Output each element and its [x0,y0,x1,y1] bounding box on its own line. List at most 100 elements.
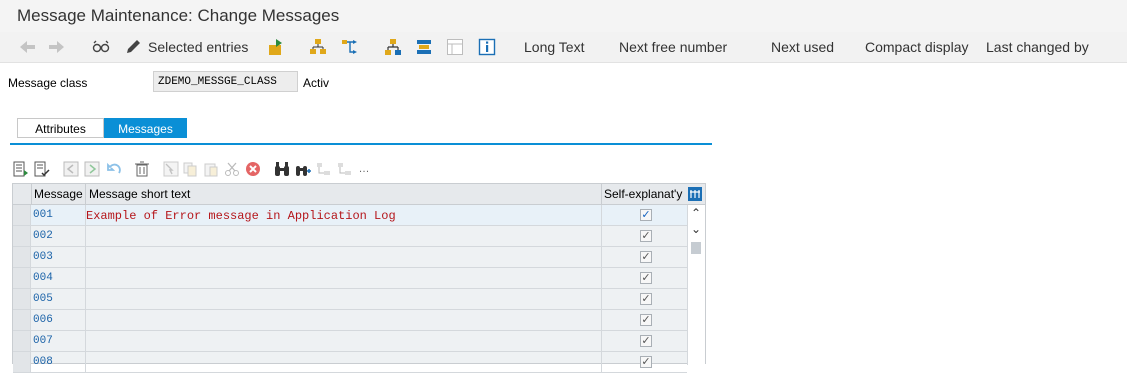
message-number: 004 [33,272,53,284]
column-header-message[interactable]: Message [34,187,83,201]
collapse-tree-icon[interactable] [336,160,354,178]
next-used-button[interactable]: Next used [771,39,834,55]
cell-divider [601,205,602,225]
cell-divider [85,331,86,351]
application-toolbar: Selected entries Long Text Next free num… [0,32,1127,63]
where-used-list-icon[interactable] [309,38,327,56]
table-row[interactable]: 007 ✓ [13,331,687,352]
cell-divider [601,268,602,288]
cell-divider [601,331,602,351]
column-divider [31,184,32,205]
cell-divider [601,310,602,330]
cell-divider [601,226,602,246]
self-explanatory-checkbox[interactable]: ✓ [640,272,652,284]
cell-divider [85,247,86,267]
stack-icon[interactable] [415,38,433,56]
message-number: 008 [33,356,53,368]
copy-icon[interactable] [181,160,199,178]
details-icon[interactable] [12,160,30,178]
find-binoculars-icon[interactable] [273,160,291,178]
scissors-icon[interactable] [223,160,241,178]
undo-icon[interactable] [105,160,123,178]
forward-arrow-icon[interactable] [48,38,66,56]
expand-tree-icon[interactable] [315,160,333,178]
table-row[interactable]: 004 ✓ [13,268,687,289]
more-icon[interactable]: … [355,160,373,178]
selected-entries-button[interactable]: Selected entries [148,39,248,55]
self-explanatory-checkbox[interactable]: ✓ [640,356,652,368]
cell-divider [85,268,86,288]
long-text-button[interactable]: Long Text [524,39,584,55]
scroll-thumb[interactable] [691,242,701,254]
tab-underline [10,143,712,145]
cell-divider [601,247,602,267]
transport-object-icon[interactable] [267,38,285,56]
column-settings-icon[interactable] [687,186,703,205]
message-number: 005 [33,293,53,305]
cell-divider [601,352,602,372]
paste-icon[interactable] [202,160,220,178]
append-row-icon[interactable] [62,160,80,178]
table-header: Message Message short text Self-explanat… [13,184,705,205]
column-divider [85,184,86,205]
column-divider [601,184,602,205]
pencil-icon[interactable] [124,38,142,56]
self-explanatory-checkbox[interactable]: ✓ [640,314,652,326]
messages-table: Message Message short text Self-explanat… [12,183,706,373]
message-short-text[interactable]: Example of Error message in Application … [86,209,396,223]
cancel-icon[interactable] [244,160,262,178]
table-row[interactable]: 001 Example of Error message in Applicat… [13,205,687,226]
table-row[interactable]: 003 ✓ [13,247,687,268]
tab-messages[interactable]: Messages [104,118,187,138]
display-change-glasses-icon[interactable] [92,38,110,56]
column-header-short-text[interactable]: Message short text [89,187,190,201]
row-selector[interactable] [13,226,31,246]
row-selector[interactable] [13,268,31,288]
self-explanatory-checkbox[interactable]: ✓ [640,293,652,305]
message-class-status: Activ [303,76,330,90]
row-selector[interactable] [13,205,31,225]
message-number: 001 [33,209,53,221]
hierarchy-icon[interactable] [384,38,402,56]
window-title: Message Maintenance: Change Messages [17,6,340,25]
branch-arrows-icon[interactable] [341,38,359,56]
compact-display-button[interactable]: Compact display [865,39,969,55]
layout-grid-icon[interactable] [446,38,464,56]
cut-selection-icon[interactable] [162,160,180,178]
column-header-self-explanatory[interactable]: Self-explanat'y [604,187,682,201]
self-explanatory-checkbox[interactable]: ✓ [640,335,652,347]
message-number: 007 [33,335,53,347]
row-selector[interactable] [13,247,31,267]
info-icon[interactable] [478,38,496,56]
check-entries-icon[interactable] [33,160,51,178]
row-selector[interactable] [13,289,31,309]
delete-row-icon[interactable] [133,160,151,178]
self-explanatory-checkbox[interactable]: ✓ [640,209,652,221]
scroll-up-icon[interactable]: ⌃ [691,206,701,220]
last-changed-by-button[interactable]: Last changed by [986,39,1089,55]
table-row[interactable]: 005 ✓ [13,289,687,310]
insert-row-icon[interactable] [83,160,101,178]
back-arrow-icon[interactable] [18,38,36,56]
find-next-icon[interactable] [294,160,312,178]
message-class-label: Message class [8,76,88,90]
message-number: 002 [33,230,53,242]
cell-divider [85,310,86,330]
vertical-scrollbar[interactable]: ⌃ ⌄ [687,205,705,365]
self-explanatory-checkbox[interactable]: ✓ [640,230,652,242]
next-free-number-button[interactable]: Next free number [619,39,727,55]
message-class-field[interactable]: ZDEMO_MESSGE_CLASS [153,71,298,92]
title-bar: Message Maintenance: Change Messages [0,0,1127,32]
table-row[interactable]: 006 ✓ [13,310,687,331]
table-row[interactable]: 002 ✓ [13,226,687,247]
row-selector[interactable] [13,331,31,351]
cell-divider [601,289,602,309]
scroll-down-icon[interactable]: ⌄ [691,222,701,236]
row-selector[interactable] [13,352,31,372]
self-explanatory-checkbox[interactable]: ✓ [640,251,652,263]
message-number: 006 [33,314,53,326]
cell-divider [85,226,86,246]
tab-attributes[interactable]: Attributes [17,118,104,138]
table-row[interactable]: 008 ✓ [13,352,687,373]
row-selector[interactable] [13,310,31,330]
